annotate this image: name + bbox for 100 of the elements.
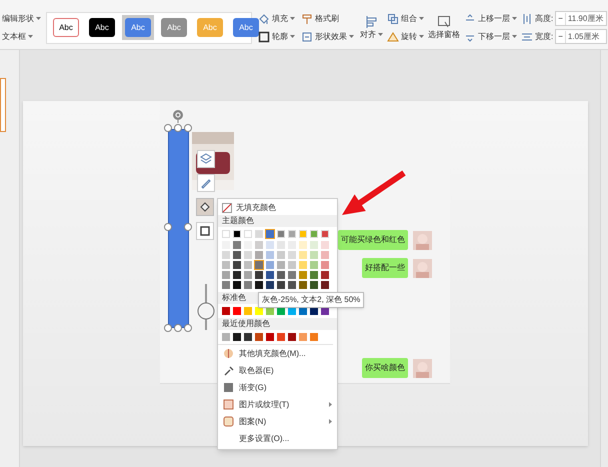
ribbon-button[interactable]: 形状效果 [301, 30, 354, 42]
color-swatch[interactable] [233, 271, 242, 279]
rotate-handle-icon[interactable] [172, 109, 184, 123]
color-swatch[interactable] [233, 333, 242, 341]
color-swatch[interactable] [255, 271, 264, 279]
menu-item[interactable]: 取色器(E) [218, 362, 337, 379]
ribbon-button[interactable]: 文本框 [2, 30, 46, 42]
color-swatch[interactable] [299, 281, 308, 289]
color-swatch[interactable] [244, 230, 252, 238]
color-swatch[interactable] [310, 333, 318, 341]
color-swatch[interactable] [266, 261, 274, 269]
color-swatch[interactable] [299, 230, 308, 238]
color-swatch[interactable] [310, 271, 318, 279]
color-swatch[interactable] [310, 261, 318, 269]
color-swatch[interactable] [222, 261, 230, 269]
color-swatch[interactable] [222, 251, 230, 259]
color-swatch[interactable] [266, 251, 274, 259]
color-swatch[interactable] [233, 230, 242, 238]
shape-style[interactable]: Abc [53, 18, 79, 37]
color-swatch[interactable] [299, 241, 308, 249]
ribbon-button[interactable]: 上移一层 [464, 12, 517, 24]
outline-icon[interactable] [196, 222, 214, 240]
color-swatch[interactable] [255, 333, 264, 341]
color-swatch[interactable] [233, 251, 242, 259]
color-swatch[interactable] [277, 251, 286, 259]
color-swatch[interactable] [310, 281, 318, 289]
color-swatch[interactable] [299, 333, 308, 341]
ribbon-button[interactable]: 旋转 [387, 30, 424, 42]
size-field[interactable]: − 1.05厘米 [555, 29, 608, 44]
color-swatch[interactable] [288, 271, 296, 279]
color-swatch[interactable] [288, 281, 296, 289]
ribbon-button[interactable]: 下移一层 [464, 30, 517, 42]
no-fill-item[interactable]: 无填充颜色 [218, 201, 337, 215]
color-swatch[interactable] [321, 230, 330, 238]
color-swatch[interactable] [266, 333, 274, 341]
color-swatch[interactable] [266, 271, 274, 279]
color-swatch[interactable] [266, 230, 274, 238]
color-swatch[interactable] [321, 261, 330, 269]
color-swatch[interactable] [321, 241, 330, 249]
fill-icon[interactable] [196, 198, 214, 216]
color-swatch[interactable] [233, 307, 242, 315]
scrollbar[interactable] [600, 50, 608, 467]
color-swatch[interactable] [277, 271, 286, 279]
color-swatch[interactable] [233, 261, 242, 269]
color-swatch[interactable] [321, 281, 330, 289]
rectangle-shape[interactable] [168, 129, 189, 328]
ribbon-button[interactable]: 编辑形状 [2, 12, 46, 24]
color-swatch[interactable] [288, 251, 296, 259]
color-swatch[interactable] [244, 261, 252, 269]
color-swatch[interactable] [277, 241, 286, 249]
align-button[interactable]: 对齐 [360, 14, 383, 40]
color-swatch[interactable] [222, 281, 230, 289]
ribbon-button[interactable]: 填充 [258, 12, 295, 24]
color-swatch[interactable] [233, 281, 242, 289]
color-swatch[interactable] [255, 230, 264, 238]
menu-item[interactable]: 图案(N) [218, 413, 337, 430]
color-swatch[interactable] [288, 261, 296, 269]
menu-item[interactable]: 图片或纹理(T) [218, 396, 337, 413]
color-swatch[interactable] [255, 281, 264, 289]
color-swatch[interactable] [266, 241, 274, 249]
ribbon-button[interactable]: 轮廓 [258, 30, 295, 42]
color-swatch[interactable] [277, 230, 286, 238]
color-swatch[interactable] [255, 307, 264, 315]
color-swatch[interactable] [299, 271, 308, 279]
menu-item[interactable]: 更多设置(O)... [218, 430, 337, 447]
menu-item[interactable]: 渐变(G) [218, 379, 337, 396]
shape-style[interactable]: Abc [89, 18, 115, 37]
color-swatch[interactable] [255, 261, 264, 269]
selection-pane-button[interactable]: 选择窗格 [428, 14, 460, 40]
color-swatch[interactable] [255, 251, 264, 259]
color-swatch[interactable] [299, 251, 308, 259]
ribbon-button[interactable]: 格式刷 [301, 12, 354, 24]
color-swatch[interactable] [288, 333, 296, 341]
layers-icon[interactable] [197, 150, 215, 168]
shape-style[interactable]: Abc [233, 18, 259, 37]
color-swatch[interactable] [233, 241, 242, 249]
color-swatch[interactable] [222, 230, 230, 238]
color-swatch[interactable] [299, 261, 308, 269]
color-swatch[interactable] [255, 241, 264, 249]
ribbon-button[interactable]: 组合 [387, 12, 424, 24]
menu-item[interactable]: 其他填充颜色(M)... [218, 345, 337, 362]
color-swatch[interactable] [222, 271, 230, 279]
color-swatch[interactable] [321, 271, 330, 279]
color-swatch[interactable] [222, 307, 230, 315]
color-swatch[interactable] [222, 333, 230, 341]
color-swatch[interactable] [244, 333, 252, 341]
color-swatch[interactable] [266, 281, 274, 289]
pen-icon[interactable] [197, 174, 215, 192]
color-swatch[interactable] [310, 241, 318, 249]
shape-style[interactable]: Abc [125, 18, 151, 37]
color-swatch[interactable] [321, 251, 330, 259]
color-swatch[interactable] [310, 251, 318, 259]
color-swatch[interactable] [244, 271, 252, 279]
size-field[interactable]: − 11.90厘米 [555, 11, 608, 26]
color-swatch[interactable] [288, 230, 296, 238]
color-swatch[interactable] [244, 251, 252, 259]
color-swatch[interactable] [310, 230, 318, 238]
color-swatch[interactable] [277, 281, 286, 289]
color-swatch[interactable] [244, 281, 252, 289]
color-swatch[interactable] [277, 261, 286, 269]
